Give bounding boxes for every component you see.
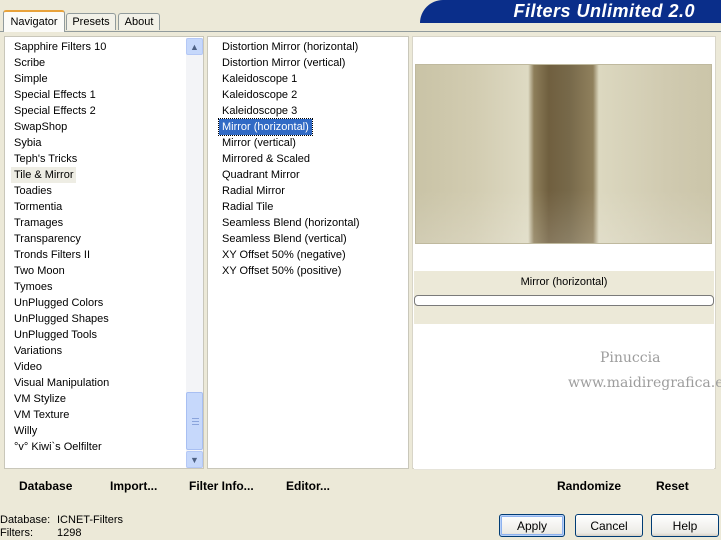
tab-navigator[interactable]: Navigator (3, 10, 65, 32)
category-item[interactable]: Video (11, 359, 45, 375)
preview-filter-name: Mirror (horizontal) (520, 276, 608, 288)
database-label: Database: (0, 514, 51, 526)
database-button[interactable]: Database (19, 479, 72, 493)
filter-item[interactable]: XY Offset 50% (negative) (219, 247, 349, 263)
chevron-down-icon: ▼ (190, 454, 199, 465)
category-list[interactable]: Sapphire Filters 10 Scribe Simple Special E… (4, 36, 204, 469)
tab-presets-label: Presets (72, 16, 110, 28)
category-item[interactable]: Sybia (11, 135, 45, 151)
category-item[interactable]: UnPlugged Shapes (11, 311, 112, 327)
scroll-thumb[interactable] (186, 392, 203, 450)
app-banner: Filters Unlimited 2.0 (420, 0, 721, 23)
randomize-button[interactable]: Randomize (557, 479, 621, 493)
cancel-label: Cancel (590, 518, 628, 533)
tab-about-label: About (124, 16, 154, 28)
filter-info-button[interactable]: Filter Info... (189, 479, 254, 493)
category-item[interactable]: VM Stylize (11, 391, 69, 407)
grip-line (192, 421, 199, 422)
category-item[interactable]: Two Moon (11, 263, 68, 279)
category-item[interactable]: Special Effects 1 (11, 87, 99, 103)
category-item[interactable]: Transparency (11, 231, 84, 247)
help-label: Help (672, 518, 698, 533)
filters-count: 1298 (57, 527, 82, 539)
category-item[interactable]: Special Effects 2 (11, 103, 99, 119)
cancel-button[interactable]: Cancel (575, 514, 643, 537)
category-item[interactable]: SwapShop (11, 119, 70, 135)
tab-navigator-label: Navigator (10, 16, 58, 28)
slider-row[interactable] (414, 415, 714, 434)
filter-item[interactable]: Kaleidoscope 3 (219, 103, 300, 119)
chevron-up-icon: ▲ (190, 41, 199, 52)
progress-bar (414, 295, 714, 306)
filter-item[interactable]: Radial Tile (219, 199, 276, 215)
scroll-up-button[interactable]: ▲ (186, 38, 203, 55)
filter-item[interactable]: Mirror (vertical) (219, 135, 299, 151)
watermark-name: Pinuccia (600, 350, 661, 366)
category-item[interactable]: Variations (11, 343, 65, 359)
apply-button[interactable]: Apply (499, 514, 565, 537)
filter-item[interactable]: Seamless Blend (horizontal) (219, 215, 363, 231)
filter-item[interactable]: Kaleidoscope 1 (219, 71, 300, 87)
filter-item[interactable]: Kaleidoscope 2 (219, 87, 300, 103)
category-item[interactable]: Teph's Tricks (11, 151, 80, 167)
help-button[interactable]: Help (651, 514, 719, 537)
category-item[interactable]: Tramages (11, 215, 66, 231)
import-button[interactable]: Import... (110, 479, 157, 493)
filter-list[interactable]: Distortion Mirror (horizontal) Distortion… (207, 36, 409, 469)
category-scrollbar[interactable]: ▲ ▼ (186, 38, 203, 468)
filter-item[interactable]: Mirrored & Scaled (219, 151, 313, 167)
watermark-url: www.maidiregrafica.eu (568, 375, 721, 391)
category-item[interactable]: Tile & Mirror (11, 167, 77, 183)
filter-item[interactable]: Mirror (horizontal) (218, 118, 313, 136)
category-item[interactable]: Simple (11, 71, 51, 87)
app-title: Filters Unlimited 2.0 (513, 1, 695, 21)
slider-row[interactable] (414, 397, 714, 416)
slider-row[interactable] (414, 325, 714, 344)
slider-row[interactable] (414, 451, 714, 470)
editor-button[interactable]: Editor... (286, 479, 330, 493)
category-item[interactable]: Willy (11, 423, 40, 439)
slider-row[interactable] (414, 343, 714, 362)
filter-item[interactable]: Quadrant Mirror (219, 167, 303, 183)
category-item[interactable]: UnPlugged Colors (11, 295, 106, 311)
preview-image (415, 64, 712, 244)
reset-button[interactable]: Reset (656, 479, 689, 493)
tab-about[interactable]: About (118, 13, 160, 30)
category-item[interactable]: Toadies (11, 183, 55, 199)
database-value: ICNET-Filters (57, 514, 123, 526)
filter-item[interactable]: Distortion Mirror (vertical) (219, 55, 348, 71)
filters-label: Filters: (0, 527, 33, 539)
category-item[interactable]: Tymoes (11, 279, 56, 295)
apply-label: Apply (516, 518, 548, 533)
category-item[interactable]: UnPlugged Tools (11, 327, 100, 343)
tab-strip-border (0, 31, 721, 32)
grip-line (192, 424, 199, 425)
grip-line (192, 418, 199, 419)
category-item[interactable]: Sapphire Filters 10 (11, 39, 109, 55)
scroll-down-button[interactable]: ▼ (186, 451, 203, 468)
filter-item[interactable]: Distortion Mirror (horizontal) (219, 39, 361, 55)
filter-item[interactable]: XY Offset 50% (positive) (219, 263, 344, 279)
category-item[interactable]: Visual Manipulation (11, 375, 112, 391)
category-item[interactable]: Tronds Filters II (11, 247, 93, 263)
category-item[interactable]: VM Texture (11, 407, 72, 423)
filter-item[interactable]: Seamless Blend (vertical) (219, 231, 350, 247)
category-item[interactable]: °v° Kiwi`s Oelfilter (11, 439, 105, 455)
filter-item[interactable]: Radial Mirror (219, 183, 288, 199)
slider-row[interactable] (414, 433, 714, 452)
tab-presets[interactable]: Presets (66, 13, 116, 30)
category-item[interactable]: Scribe (11, 55, 48, 71)
category-item[interactable]: Tormentia (11, 199, 65, 215)
